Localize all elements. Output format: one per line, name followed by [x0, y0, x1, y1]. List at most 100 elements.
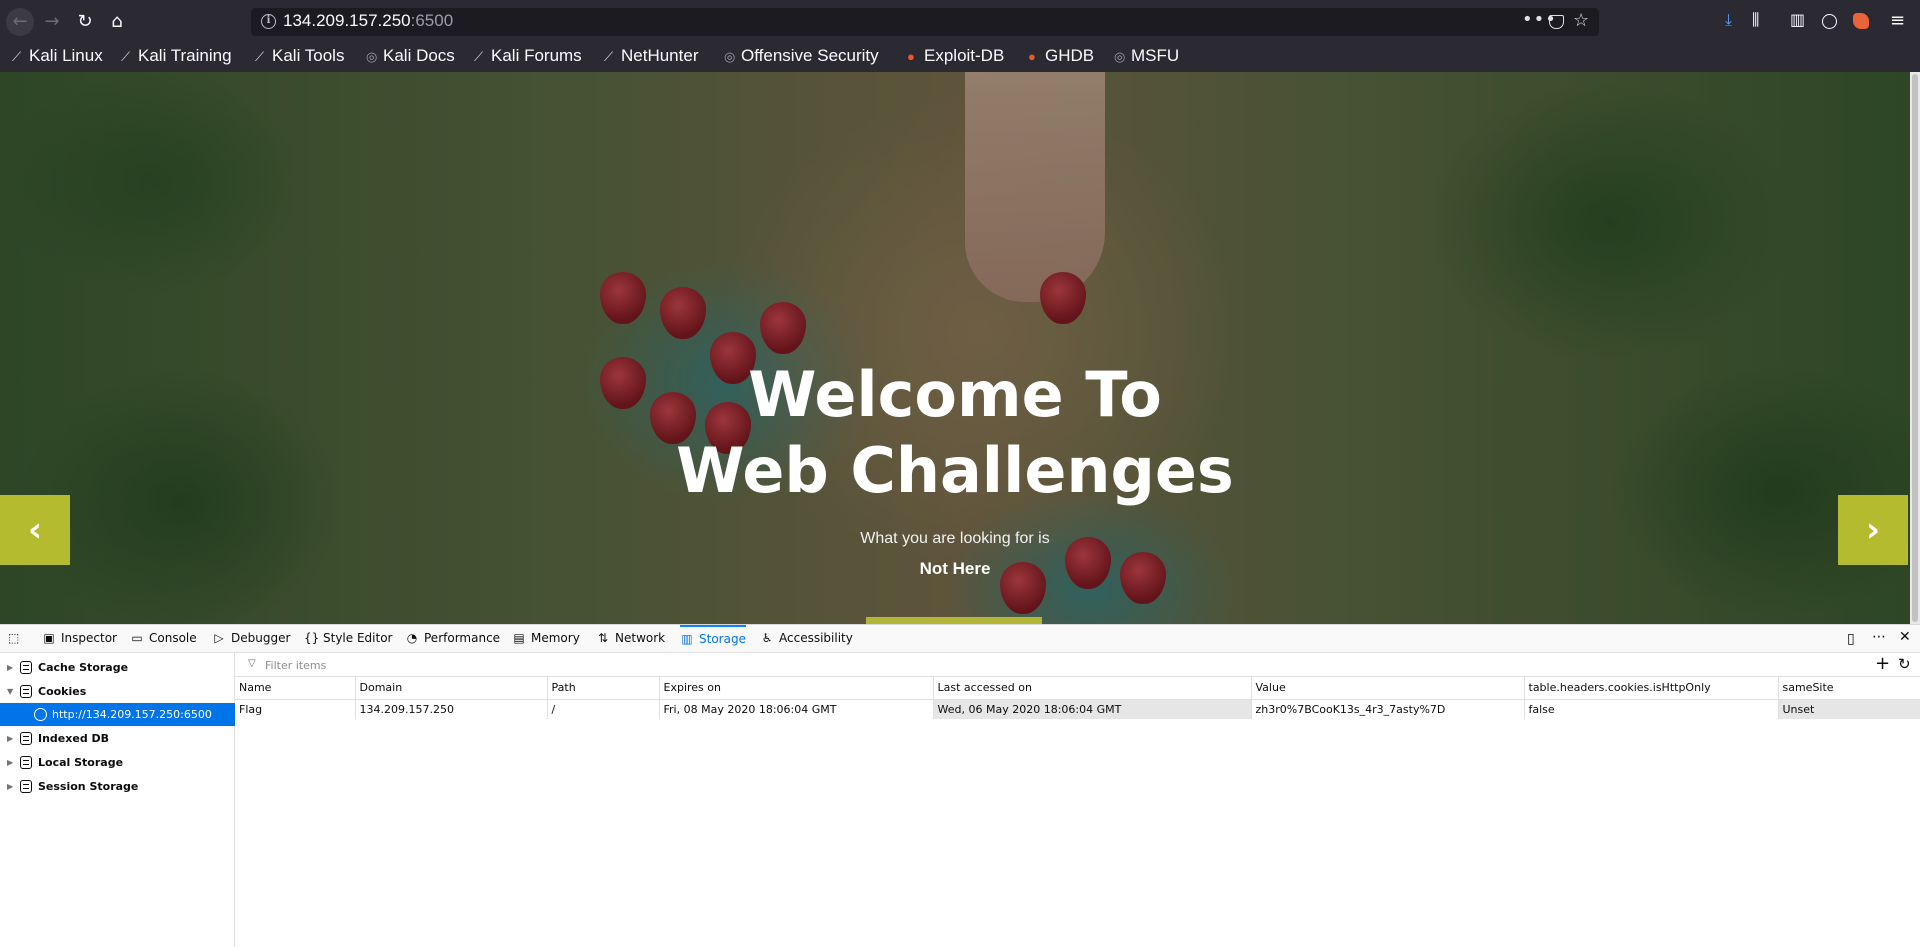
pocket-icon[interactable]: [1549, 15, 1564, 29]
expand-arrow-icon[interactable]: ▶: [7, 775, 13, 798]
library-icon[interactable]: ⫼: [1752, 10, 1759, 30]
cell-path[interactable]: /: [547, 699, 660, 719]
performance-icon: ◔: [406, 631, 418, 645]
sidebar-icon[interactable]: ▥: [1790, 10, 1805, 29]
tab-inspector[interactable]: ▣ Inspector: [42, 625, 117, 653]
filter-icon: ▽: [248, 658, 256, 669]
extension-icon[interactable]: [1853, 13, 1869, 29]
bookmark-msfu[interactable]: ◎ MSFU: [1114, 46, 1179, 66]
account-icon[interactable]: [1822, 14, 1837, 29]
dock-side-icon[interactable]: ▯: [1847, 631, 1855, 647]
close-devtools-icon[interactable]: ✕: [1899, 629, 1911, 645]
more-options-icon[interactable]: ⋯: [1872, 629, 1886, 645]
bookmark-exploit-db[interactable]: ● Exploit-DB: [907, 46, 1004, 66]
debugger-icon: ▷: [214, 631, 224, 645]
bookmark-nethunter[interactable]: ⟋ NetHunter: [604, 46, 698, 66]
tab-debugger[interactable]: ▷ Debugger: [212, 625, 290, 653]
bookmark-label: Exploit-DB: [924, 46, 1005, 65]
carousel-next-button[interactable]: ›: [1838, 495, 1908, 565]
cell-value[interactable]: zh3r0%7BCooK13s_4r3_7asty%7D: [1251, 699, 1525, 719]
bookmark-kali-linux[interactable]: ⟋ Kali Linux: [12, 46, 103, 66]
database-icon: [20, 780, 32, 793]
tree-item-session-storage[interactable]: ▶ Session Storage: [0, 775, 235, 798]
column-header-name[interactable]: Name: [235, 677, 356, 700]
database-icon: [20, 685, 32, 698]
tree-item-cookies[interactable]: ▼ Cookies: [0, 680, 235, 703]
expand-arrow-icon[interactable]: ▶: [7, 751, 13, 774]
exploit-db-icon: ●: [907, 49, 915, 64]
database-icon: [20, 732, 32, 745]
tab-console[interactable]: ▭ Console: [130, 625, 196, 653]
bookmark-kali-docs[interactable]: ◎ Kali Docs: [366, 46, 455, 66]
tab-memory[interactable]: ▤ Memory: [512, 625, 579, 653]
refresh-icon[interactable]: ↻: [1898, 655, 1911, 673]
url-bar[interactable]: i 134.209.157.250:6500 ••• ☆: [251, 8, 1599, 36]
table-row[interactable]: Flag 134.209.157.250 / Fri, 08 May 2020 …: [235, 699, 1920, 719]
hamburger-menu-icon[interactable]: ≡: [1890, 10, 1905, 31]
tab-label: Accessibility: [779, 631, 853, 645]
tree-item-local-storage[interactable]: ▶ Local Storage: [0, 751, 235, 774]
home-icon[interactable]: ⌂: [103, 8, 131, 36]
collapse-arrow-icon[interactable]: ▼: [7, 680, 13, 703]
kali-icon: ⟋: [604, 49, 614, 64]
column-header-samesite[interactable]: sameSite: [1778, 677, 1920, 700]
filter-input[interactable]: [263, 657, 1563, 673]
cell-last-accessed[interactable]: Wed, 06 May 2020 18:06:04 GMT: [933, 699, 1252, 719]
cell-name[interactable]: Flag: [235, 699, 356, 719]
navigation-toolbar: ← → ↻ ⌂ i 134.209.157.250:6500 ••• ☆ ⤓ ⫼…: [0, 0, 1920, 44]
page-scrollbar[interactable]: [1910, 72, 1920, 624]
column-header-domain[interactable]: Domain: [355, 677, 548, 700]
forward-arrow-icon[interactable]: →: [38, 8, 66, 36]
tab-accessibility[interactable]: ♿ Accessibility: [760, 625, 853, 653]
tree-label: Local Storage: [38, 756, 124, 769]
tree-item-cache-storage[interactable]: ▶ Cache Storage: [0, 656, 235, 679]
bookmarks-toolbar: ⟋ Kali Linux ⟋ Kali Training ⟋ Kali Tools ◎…: [0, 44, 1920, 72]
tree-item-cookie-origin[interactable]: http://134.209.157.250:6500: [0, 703, 235, 726]
tree-item-indexed-db[interactable]: ▶ Indexed DB: [0, 727, 235, 750]
column-header-httponly[interactable]: table.headers.cookies.isHttpOnly: [1524, 677, 1779, 700]
hero-cta-button[interactable]: [866, 617, 1042, 624]
reload-icon[interactable]: ↻: [71, 8, 99, 36]
tab-network[interactable]: ⇅ Network: [596, 625, 665, 653]
carousel-prev-button[interactable]: ‹: [0, 495, 70, 565]
column-header-value[interactable]: Value: [1251, 677, 1525, 700]
cell-domain[interactable]: 134.209.157.250: [355, 699, 548, 719]
bookmark-kali-tools[interactable]: ⟋ Kali Tools: [255, 46, 344, 66]
tab-label: Network: [615, 631, 666, 645]
tab-style-editor[interactable]: {} Style Editor: [304, 625, 392, 653]
bookmark-kali-forums[interactable]: ⟋ Kali Forums: [474, 46, 582, 66]
tree-label: Session Storage: [38, 780, 139, 793]
download-icon[interactable]: ⤓: [1725, 10, 1732, 30]
column-header-last-accessed[interactable]: Last accessed on: [933, 677, 1252, 700]
bookmark-label: Kali Tools: [272, 46, 345, 65]
expand-arrow-icon[interactable]: ▶: [7, 656, 13, 679]
bookmark-offensive-security[interactable]: ◎ Offensive Security: [724, 46, 879, 66]
cell-samesite[interactable]: Unset: [1778, 699, 1920, 719]
kali-icon: ⟋: [255, 49, 265, 64]
add-item-icon[interactable]: +: [1875, 653, 1890, 674]
tab-performance[interactable]: ◔ Performance: [405, 625, 500, 653]
tab-storage[interactable]: ▥ Storage: [680, 625, 746, 653]
bookmark-star-icon[interactable]: ☆: [1573, 10, 1589, 31]
bookmark-kali-training[interactable]: ⟋ Kali Training: [121, 46, 232, 66]
tree-label: Cookies: [38, 685, 87, 698]
info-icon[interactable]: i: [261, 14, 276, 29]
devtools-toolbar: ⬚ ▣ Inspector ▭ Console ▷ Debugger {} Style …: [0, 625, 1920, 653]
cookies-table: Name Domain Path Expires on Last accesse…: [235, 677, 1920, 719]
url-port: :6500: [410, 11, 454, 30]
element-picker-icon[interactable]: ⬚: [8, 625, 24, 653]
kali-icon: ⟋: [474, 49, 484, 64]
cell-expires[interactable]: Fri, 08 May 2020 18:06:04 GMT: [659, 699, 934, 719]
storage-tree: ▶ Cache Storage ▼ Cookies http://134.209.1…: [0, 653, 235, 947]
column-header-path[interactable]: Path: [547, 677, 660, 700]
url-text[interactable]: 134.209.157.250:6500: [283, 11, 453, 31]
back-arrow-icon[interactable]: ←: [6, 8, 34, 36]
memory-icon: ▤: [513, 631, 525, 645]
bookmark-ghdb[interactable]: ● GHDB: [1028, 46, 1094, 66]
cell-httponly[interactable]: false: [1524, 699, 1779, 719]
column-header-expires[interactable]: Expires on: [659, 677, 934, 700]
hero-note: Not Here: [919, 559, 991, 578]
hero-subtitle: What you are looking for is: [860, 530, 1050, 547]
scrollbar-thumb[interactable]: [1912, 74, 1918, 622]
expand-arrow-icon[interactable]: ▶: [7, 727, 13, 750]
